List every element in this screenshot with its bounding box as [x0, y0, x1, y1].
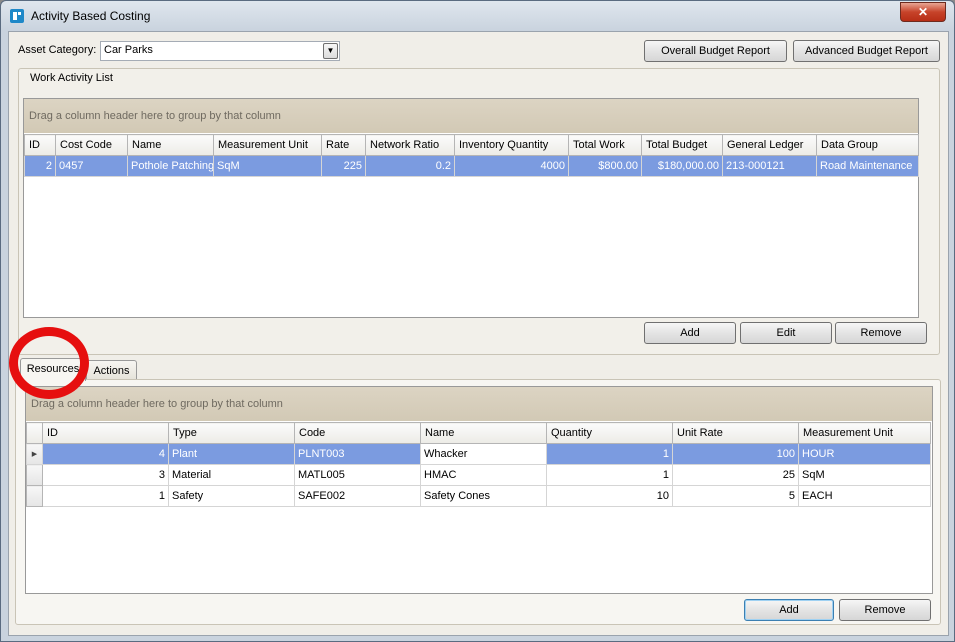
table-cell[interactable]: Material: [168, 464, 295, 486]
table-cell[interactable]: $180,000.00: [641, 155, 723, 177]
work-activity-group: Work Activity List Drag a column header …: [18, 68, 940, 355]
table-cell[interactable]: PLNT003: [294, 443, 421, 465]
activity-grid: Drag a column header here to group by th…: [23, 98, 919, 318]
resources-group-hint: Drag a column header here to group by th…: [31, 398, 283, 410]
table-cell[interactable]: 4000: [454, 155, 569, 177]
client-area: Asset Category: Car Parks ▼ Overall Budg…: [8, 31, 949, 636]
column-header[interactable]: General Ledger: [722, 134, 817, 156]
column-header[interactable]: Type: [168, 422, 295, 444]
table-row[interactable]: ▶ 4 Plant PLNT003 Whacker 1 100 HOUR: [26, 443, 931, 465]
resources-add-button[interactable]: Add: [744, 599, 834, 621]
table-cell[interactable]: 0.2: [365, 155, 455, 177]
table-row[interactable]: 3 Material MATL005 HMAC 1 25 SqM: [26, 464, 931, 486]
column-header[interactable]: Network Ratio: [365, 134, 455, 156]
activity-edit-button[interactable]: Edit: [740, 322, 832, 344]
asset-category-value: Car Parks: [104, 44, 153, 56]
table-cell[interactable]: Plant: [168, 443, 295, 465]
table-cell[interactable]: 1: [546, 443, 673, 465]
table-cell[interactable]: 100: [672, 443, 799, 465]
table-cell[interactable]: $800.00: [568, 155, 642, 177]
activity-costing-window: Activity Based Costing ✕ Asset Category:…: [0, 0, 955, 642]
column-header[interactable]: Inventory Quantity: [454, 134, 569, 156]
current-row-arrow-icon[interactable]: ▶: [26, 443, 43, 465]
table-cell[interactable]: SqM: [798, 464, 931, 486]
column-header[interactable]: Data Group: [816, 134, 919, 156]
table-cell[interactable]: 10: [546, 485, 673, 507]
advanced-budget-report-button[interactable]: Advanced Budget Report: [793, 40, 940, 62]
chevron-down-icon[interactable]: ▼: [323, 43, 338, 59]
table-cell[interactable]: 213-000121: [722, 155, 817, 177]
column-header[interactable]: Name: [420, 422, 547, 444]
app-icon: [10, 9, 24, 23]
column-header[interactable]: Measurement Unit: [213, 134, 322, 156]
resources-table: ID Type Code Name Quantity Unit Rate Mea…: [26, 422, 931, 507]
table-row[interactable]: 2 0457 Pothole Patching SqM 225 0.2 4000…: [24, 155, 919, 177]
window-title: Activity Based Costing: [31, 9, 151, 23]
table-cell[interactable]: SqM: [213, 155, 322, 177]
column-header[interactable]: Total Budget: [641, 134, 723, 156]
table-cell[interactable]: 5: [672, 485, 799, 507]
activity-group-panel[interactable]: Drag a column header here to group by th…: [24, 99, 918, 133]
row-indicator[interactable]: [26, 464, 43, 486]
table-cell[interactable]: Whacker: [420, 443, 547, 465]
table-row[interactable]: 1 Safety SAFE002 Safety Cones 10 5 EACH: [26, 485, 931, 507]
tab-actions[interactable]: Actions: [86, 360, 137, 381]
annotation-circle: [9, 327, 89, 399]
column-header[interactable]: Rate: [321, 134, 366, 156]
resources-panel: Drag a column header here to group by th…: [15, 379, 941, 625]
resources-grid: Drag a column header here to group by th…: [25, 386, 933, 594]
column-header[interactable]: Quantity: [546, 422, 673, 444]
column-header[interactable]: Cost Code: [55, 134, 128, 156]
overall-budget-report-button[interactable]: Overall Budget Report: [644, 40, 787, 62]
work-activity-title: Work Activity List: [30, 72, 113, 84]
column-header[interactable]: ID: [24, 134, 56, 156]
column-header[interactable]: Name: [127, 134, 214, 156]
activity-add-button[interactable]: Add: [644, 322, 736, 344]
asset-category-label: Asset Category:: [18, 44, 97, 56]
resources-header-row: ID Type Code Name Quantity Unit Rate Mea…: [26, 422, 931, 444]
row-indicator[interactable]: [26, 485, 43, 507]
asset-category-select[interactable]: Car Parks ▼: [100, 41, 340, 61]
table-cell[interactable]: HMAC: [420, 464, 547, 486]
title-bar[interactable]: Activity Based Costing ✕: [1, 1, 954, 31]
table-cell[interactable]: EACH: [798, 485, 931, 507]
table-cell[interactable]: 225: [321, 155, 366, 177]
table-cell[interactable]: Safety Cones: [420, 485, 547, 507]
table-cell[interactable]: HOUR: [798, 443, 931, 465]
column-header[interactable]: Measurement Unit: [798, 422, 931, 444]
column-header[interactable]: ID: [42, 422, 169, 444]
activity-remove-button[interactable]: Remove: [835, 322, 927, 344]
table-cell[interactable]: 2: [24, 155, 56, 177]
table-cell[interactable]: 1: [546, 464, 673, 486]
row-indicator-header: [26, 422, 43, 444]
close-button[interactable]: ✕: [900, 2, 946, 22]
table-cell[interactable]: 1: [42, 485, 169, 507]
column-header[interactable]: Unit Rate: [672, 422, 799, 444]
activity-table: ID Cost Code Name Measurement Unit Rate …: [24, 134, 919, 177]
column-header[interactable]: Total Work: [568, 134, 642, 156]
table-cell[interactable]: 25: [672, 464, 799, 486]
activity-group-hint: Drag a column header here to group by th…: [29, 110, 281, 122]
resources-remove-button[interactable]: Remove: [839, 599, 931, 621]
table-cell[interactable]: SAFE002: [294, 485, 421, 507]
column-header[interactable]: Code: [294, 422, 421, 444]
table-cell[interactable]: Safety: [168, 485, 295, 507]
table-cell[interactable]: 4: [42, 443, 169, 465]
resources-group-panel[interactable]: Drag a column header here to group by th…: [26, 387, 932, 421]
table-cell[interactable]: Road Maintenance: [816, 155, 919, 177]
activity-header-row: ID Cost Code Name Measurement Unit Rate …: [24, 134, 919, 156]
table-cell[interactable]: 3: [42, 464, 169, 486]
table-cell[interactable]: Pothole Patching: [127, 155, 214, 177]
table-cell[interactable]: 0457: [55, 155, 128, 177]
table-cell[interactable]: MATL005: [294, 464, 421, 486]
